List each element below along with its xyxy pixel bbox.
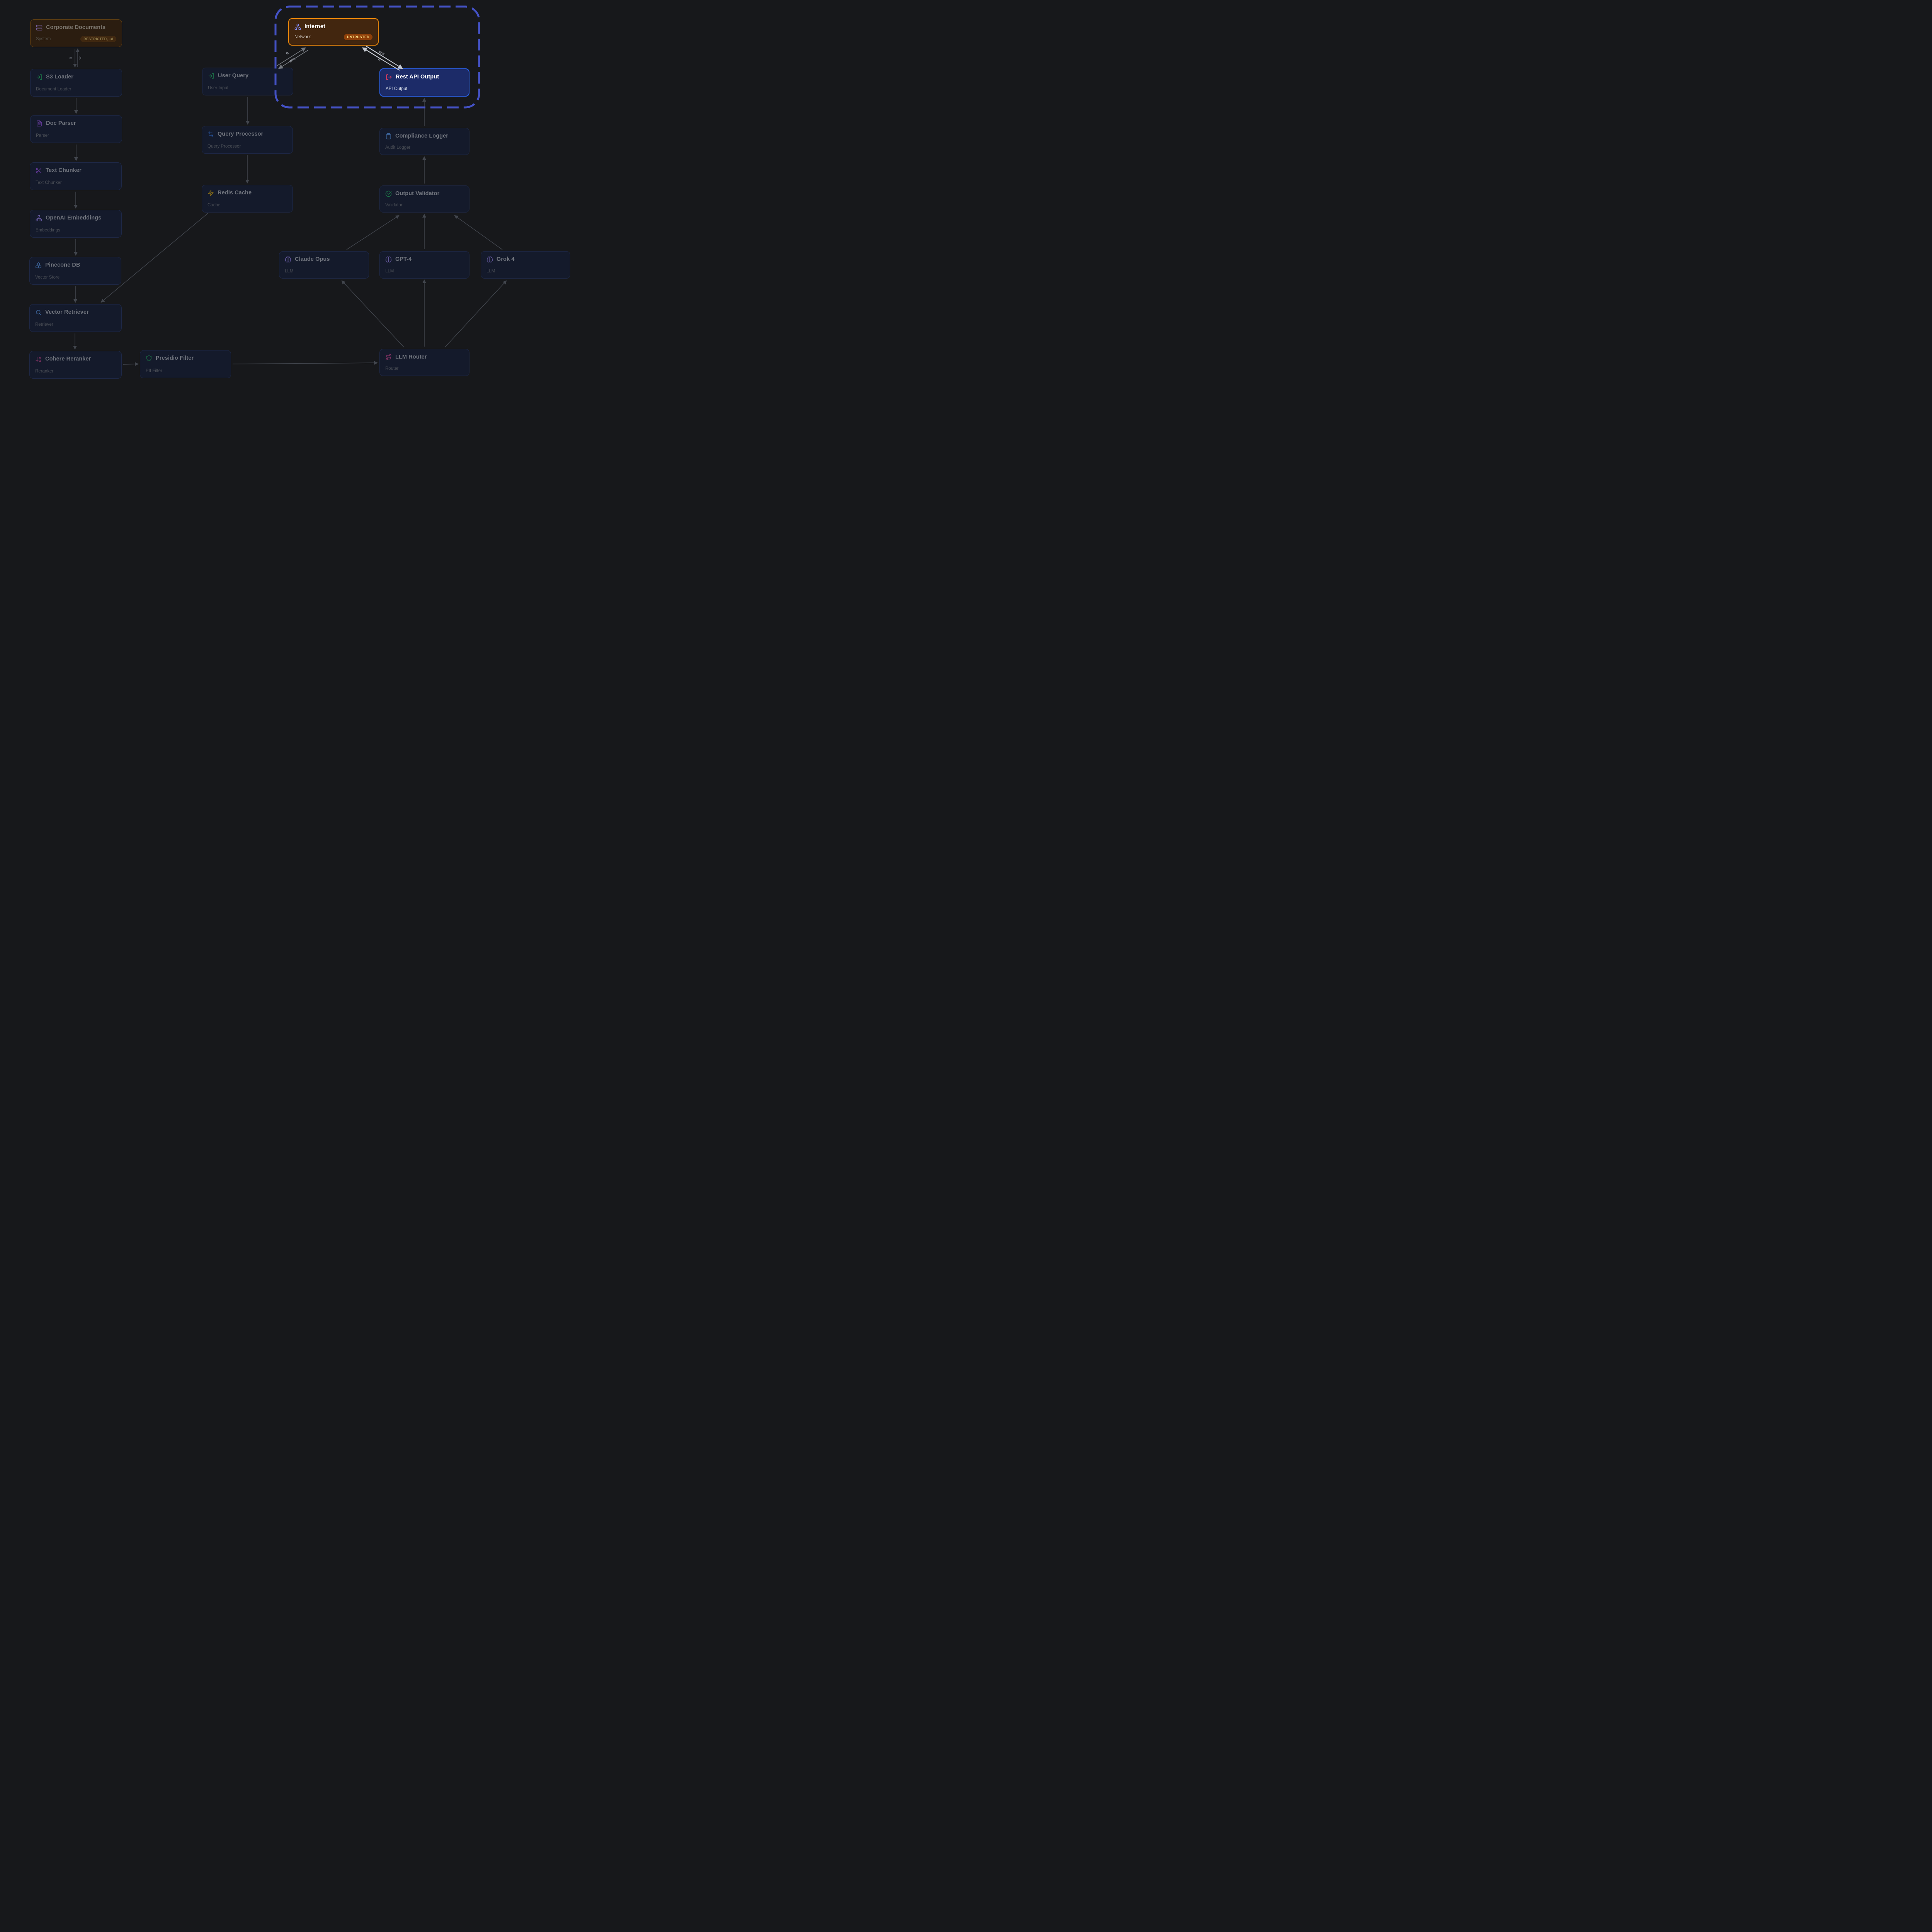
edge-user-query-to-internet <box>277 48 305 66</box>
node-subtitle: Document Loader <box>36 87 71 92</box>
edge-label: W/X <box>378 50 386 56</box>
edge-grok-4-to-output-validator <box>455 216 502 250</box>
node-corporate-documents[interactable]: Corporate Documents System RESTRICTED, +8 <box>30 19 122 47</box>
edge-llm-router-to-grok-4 <box>445 281 506 347</box>
node-subtitle: Cache <box>207 203 220 207</box>
node-title: Claude Opus <box>295 256 330 262</box>
server-icon <box>36 24 43 31</box>
scissors-icon <box>36 167 42 174</box>
node-subtitle: Embeddings <box>36 228 60 233</box>
node-title: User Query <box>218 73 248 79</box>
edge-label: R <box>285 51 289 56</box>
node-presidio-filter[interactable]: Presidio Filter PII Filter <box>140 350 231 378</box>
node-internet[interactable]: Internet Network UNTRUSTED <box>288 18 379 46</box>
node-title: S3 Loader <box>46 74 73 80</box>
node-subtitle: Query Processor <box>207 144 241 149</box>
shield-icon <box>146 355 152 362</box>
node-title: Corporate Documents <box>46 24 105 31</box>
node-doc-parser[interactable]: Doc Parser Parser <box>30 115 122 143</box>
edge-presidio-filter-to-llm-router <box>233 363 377 364</box>
node-title: Rest API Output <box>396 74 439 80</box>
log-in-icon <box>36 74 43 80</box>
node-text-chunker[interactable]: Text Chunker Text Chunker <box>30 162 122 190</box>
node-subtitle: Vector Store <box>35 275 60 280</box>
node-subtitle: Network <box>294 35 311 39</box>
node-subtitle: LLM <box>385 269 394 274</box>
node-title: Doc Parser <box>46 120 76 126</box>
node-title: Grok 4 <box>497 256 515 262</box>
route-icon <box>385 354 392 361</box>
node-title: Output Validator <box>395 190 439 197</box>
node-title: OpenAI Embeddings <box>46 215 101 221</box>
node-output-validator[interactable]: Output Validator Validator <box>379 185 469 213</box>
network-icon <box>36 215 42 221</box>
node-title: LLM Router <box>395 354 427 360</box>
node-query-processor[interactable]: Query Processor Query Processor <box>202 126 293 154</box>
node-title: Vector Retriever <box>45 309 89 315</box>
edge-label: W/X <box>289 57 296 63</box>
node-redis-cache[interactable]: Redis Cache Cache <box>202 185 293 213</box>
node-subtitle: Validator <box>385 203 403 207</box>
node-vector-retriever[interactable]: Vector Retriever Retriever <box>29 304 122 332</box>
sort-az-icon <box>35 356 42 362</box>
classification-badge: UNTRUSTED <box>344 34 372 40</box>
clipboard-icon <box>385 133 392 139</box>
node-subtitle: LLM <box>285 269 293 274</box>
node-subtitle: Text Chunker <box>36 180 62 185</box>
node-subtitle: Audit Logger <box>385 145 410 150</box>
node-user-query[interactable]: User Query User Input <box>202 68 293 95</box>
edge-label: R <box>69 57 73 59</box>
edge-label: W <box>78 56 82 60</box>
file-text-icon <box>36 120 43 127</box>
node-title: GPT-4 <box>395 256 412 262</box>
node-title: Text Chunker <box>46 167 82 173</box>
node-subtitle: Retriever <box>35 322 53 327</box>
node-subtitle: Router <box>385 366 399 371</box>
node-s3-loader[interactable]: S3 Loader Document Loader <box>30 69 122 97</box>
log-out-icon <box>386 74 392 80</box>
node-cohere-reranker[interactable]: Cohere Reranker Reranker <box>29 351 122 379</box>
edge-internet-to-rest-api-output <box>366 46 402 68</box>
edge-llm-router-to-claude-opus <box>342 281 404 347</box>
node-claude-opus[interactable]: Claude Opus LLM <box>279 251 369 279</box>
swap-icon <box>207 131 214 138</box>
diagram-canvas[interactable]: Corporate Documents System RESTRICTED, +8 S… <box>0 0 599 394</box>
boxes-icon <box>35 262 42 269</box>
node-openai-embeddings[interactable]: OpenAI Embeddings Embeddings <box>30 210 122 238</box>
edge-claude-opus-to-output-validator <box>347 216 399 250</box>
node-subtitle: LLM <box>486 269 495 274</box>
node-pinecone-db[interactable]: Pinecone DB Vector Store <box>29 257 121 285</box>
brain-icon <box>285 256 291 263</box>
network-icon <box>294 24 301 30</box>
node-subtitle: PII Filter <box>146 369 162 373</box>
node-title: Cohere Reranker <box>45 356 91 362</box>
node-compliance-logger[interactable]: Compliance Logger Audit Logger <box>379 128 469 155</box>
node-subtitle: User Input <box>208 86 228 90</box>
node-rest-api-output[interactable]: Rest API Output API Output <box>379 68 469 97</box>
edge-label: R <box>377 57 381 62</box>
node-title: Redis Cache <box>218 190 252 196</box>
edge-internet-to-user-query <box>279 50 308 68</box>
node-subtitle: Parser <box>36 133 49 138</box>
node-title: Internet <box>304 24 325 30</box>
log-in-icon <box>208 73 214 79</box>
brain-icon <box>385 256 392 263</box>
node-title: Query Processor <box>218 131 263 137</box>
node-subtitle: API Output <box>386 87 407 91</box>
brain-icon <box>486 256 493 263</box>
edge-rest-api-output-to-internet <box>363 48 400 70</box>
node-subtitle: Reranker <box>35 369 53 374</box>
node-gpt-4[interactable]: GPT-4 LLM <box>379 251 469 279</box>
node-title: Compliance Logger <box>395 133 448 139</box>
edges-layer: RWRW/XW/XR <box>0 0 599 394</box>
check-circle-icon <box>385 190 392 197</box>
node-llm-router[interactable]: LLM Router Router <box>379 349 469 376</box>
node-title: Pinecone DB <box>45 262 80 268</box>
zap-icon <box>207 190 214 196</box>
node-subtitle: System <box>36 37 51 41</box>
classification-badge: RESTRICTED, +8 <box>80 36 116 42</box>
node-title: Presidio Filter <box>156 355 194 361</box>
node-grok-4[interactable]: Grok 4 LLM <box>481 251 570 279</box>
search-icon <box>35 309 42 316</box>
